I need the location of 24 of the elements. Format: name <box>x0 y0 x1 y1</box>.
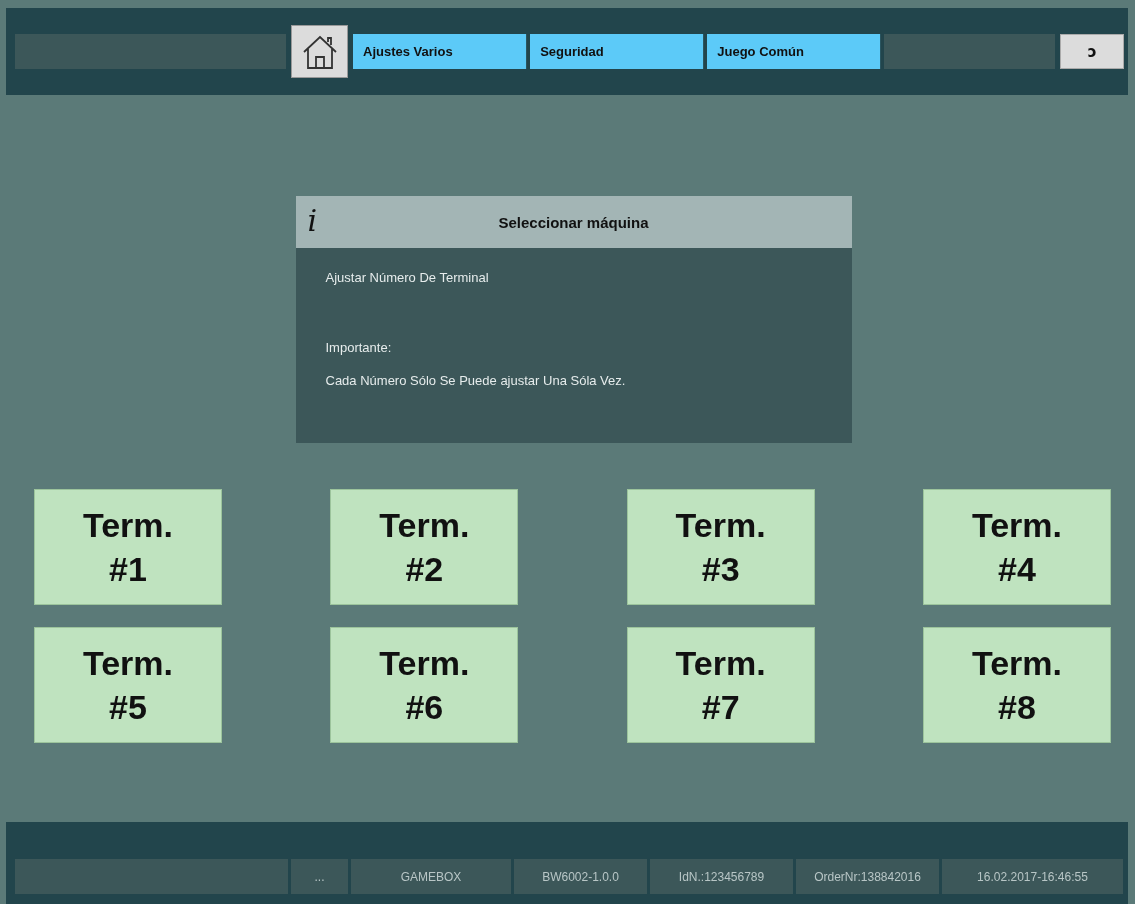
status-field: OrderNr:138842016 <box>796 859 939 894</box>
terminal-button[interactable]: Term. #4 <box>923 489 1111 605</box>
status-field: BW6002-1.0.0 <box>514 859 647 894</box>
status-field: GAMEBOX <box>351 859 511 894</box>
menu-tab[interactable]: Juego Común <box>707 34 882 69</box>
dialog-text: Ajustar Número De Terminal <box>325 270 490 285</box>
status-field: IdN.:123456789 <box>650 859 793 894</box>
terminal-button[interactable]: Term. #3 <box>626 489 815 605</box>
status-field: ... <box>291 859 348 894</box>
status-field: 16.02.2017-16:46:55 <box>942 859 1123 894</box>
terminal-button[interactable]: Term. #8 <box>923 627 1111 743</box>
terminal-button[interactable]: Term. #7 <box>626 627 815 743</box>
home-button[interactable] <box>291 25 349 78</box>
terminal-button[interactable]: Term. #5 <box>34 627 222 743</box>
menu-tab[interactable]: Seguridad <box>530 34 705 69</box>
terminal-button[interactable]: Term. #1 <box>34 489 222 605</box>
info-icon: i <box>307 206 318 236</box>
menu-tab[interactable]: Ajustes Varios <box>353 34 528 69</box>
dialog-text: Importante: <box>325 340 393 355</box>
terminal-button[interactable]: Term. #2 <box>330 489 519 605</box>
dialog-text: Cada Número Sólo Se Puede ajustar Una Sóla Vez. <box>325 373 627 388</box>
back-button[interactable]: ↄ <box>1060 34 1124 69</box>
dialog-title: Seleccionar máquina <box>498 213 649 231</box>
terminal-button[interactable]: Term. #6 <box>330 627 519 743</box>
